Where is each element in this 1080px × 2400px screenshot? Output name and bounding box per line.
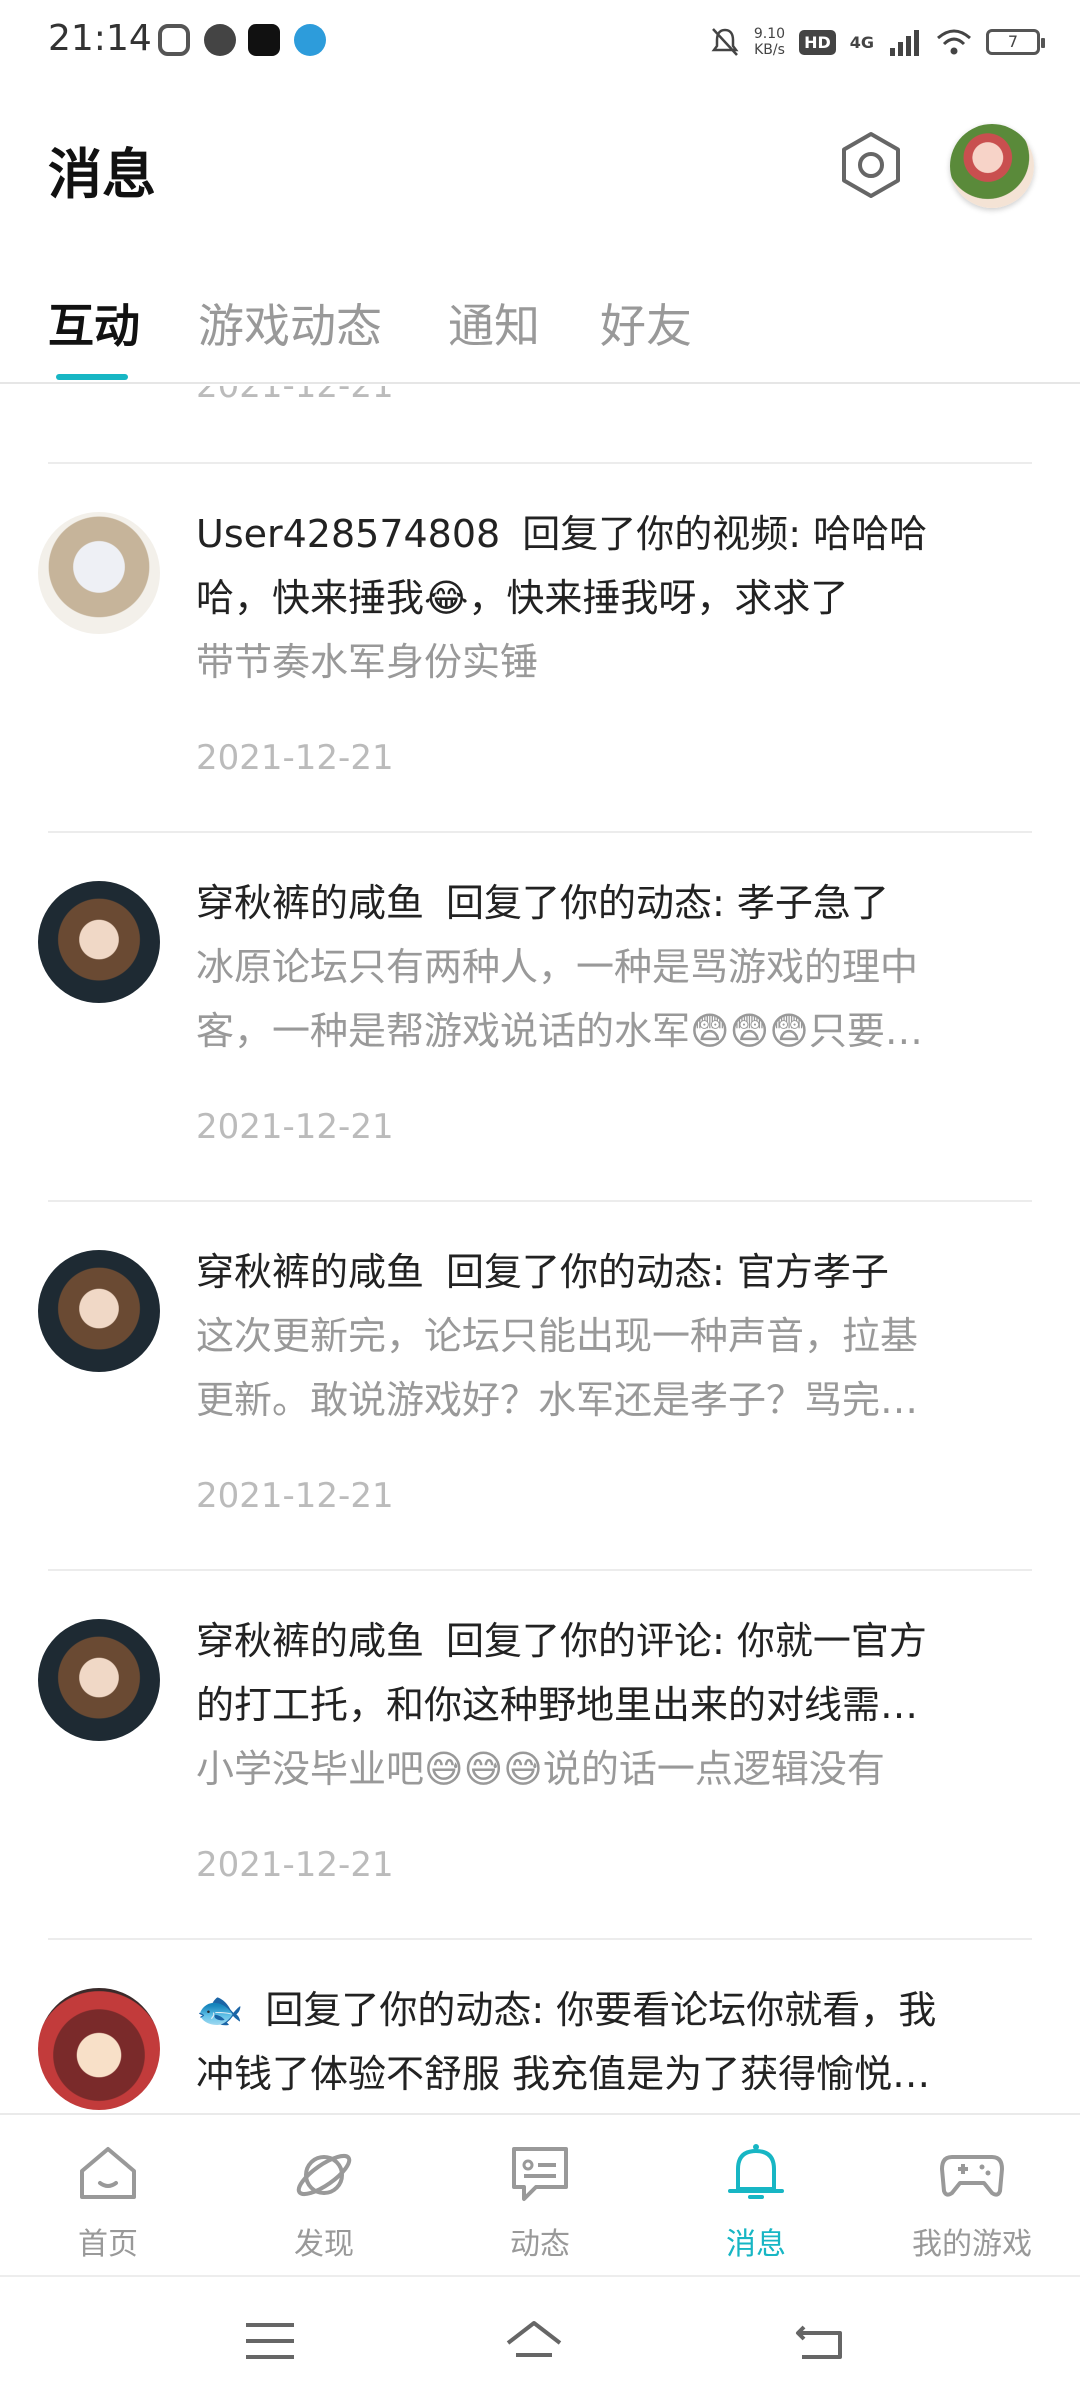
nav-feed[interactable]: 动态 (432, 2115, 648, 2275)
message-list[interactable]: 2021-12-21 User428574808 回复了你的视频: 哈哈哈 哈，快… (0, 386, 1080, 2113)
active-tab-indicator (56, 374, 128, 380)
net-speed-unit: KB/s (754, 42, 785, 58)
username[interactable]: 穿秋裤的咸鱼 (196, 1619, 424, 1663)
username[interactable]: 穿秋裤的咸鱼 (196, 881, 424, 925)
divider (48, 462, 1032, 464)
message-body: 小学没毕业吧😅😅😅说的话一点逻辑没有 (196, 1747, 885, 1791)
status-time: 21:14 (48, 18, 152, 59)
avatar[interactable] (38, 1988, 160, 2110)
nav-discover-label: 发现 (294, 2227, 354, 2262)
home-icon (80, 2147, 136, 2199)
nav-my-games-label: 我的游戏 (912, 2227, 1032, 2262)
tv-app-icon (158, 24, 190, 56)
message-date: 2021-12-21 (196, 1107, 394, 1147)
tab-notifications[interactable]: 通知 (448, 290, 540, 356)
avatar[interactable] (38, 1619, 160, 1741)
list-item[interactable]: 🐟 回复了你的动态: 你要看论坛你就看，我 冲钱了体验不舒服 我充值是为了获得愉悦… (0, 1938, 1080, 2113)
nav-messages[interactable]: 消息 (648, 2115, 864, 2275)
browser-app-icon (294, 24, 326, 56)
message-headline: 哈，快来捶我😂，快来捶我呀，求求了 (196, 576, 849, 620)
divider (48, 1200, 1032, 1202)
back-icon[interactable] (790, 2311, 850, 2371)
home-button-icon[interactable] (504, 2311, 564, 2371)
message-headline: 回复了你的动态: 你要看论坛你就看，我 (265, 1988, 937, 2032)
message-headline: 的打工托，和你这种野地里出来的对线需… (196, 1683, 919, 1727)
status-indicators: 9.10 KB/s HD 4G 7 (710, 20, 1045, 64)
tiktok-app-icon (248, 24, 280, 56)
avatar[interactable] (38, 1250, 160, 1372)
hd-badge: HD (799, 29, 836, 55)
username[interactable]: User428574808 (196, 512, 500, 556)
message-body: 更新。敢说游戏好？水军还是孝子？骂完… (196, 1378, 919, 1422)
divider (48, 1569, 1032, 1571)
message-date: 2021-12-21 (196, 1476, 394, 1516)
avatar[interactable] (38, 512, 160, 634)
message-body: 客，一种是帮游戏说话的水军😨😨😨只要… (196, 1009, 923, 1053)
menu-icon[interactable] (240, 2311, 300, 2371)
message-body: 带节奏水军身份实锤 (196, 640, 539, 684)
nav-my-games[interactable]: 我的游戏 (864, 2115, 1080, 2275)
list-item[interactable]: 穿秋裤的咸鱼 回复了你的动态: 官方孝子 这次更新完，论坛只能出现一种声音，拉基 … (0, 1200, 1080, 1569)
nav-feed-label: 动态 (510, 2227, 570, 2262)
profile-avatar[interactable] (950, 124, 1034, 208)
page-title: 消息 (48, 143, 156, 206)
chat-icon (512, 2147, 568, 2201)
message-headline: 回复了你的动态: 孝子急了 (446, 881, 889, 925)
net-speed: 9.10 KB/s (754, 26, 785, 58)
tab-friends[interactable]: 好友 (600, 290, 692, 356)
battery-indicator: 7 (986, 29, 1045, 55)
planet-icon (296, 2153, 352, 2197)
gamepad-icon (940, 2155, 1004, 2197)
mute-icon (711, 28, 739, 56)
network-type: 4G (849, 32, 874, 52)
wifi-icon (937, 29, 971, 55)
gear-icon (842, 132, 900, 198)
settings-button[interactable] (836, 130, 906, 200)
divider (48, 1938, 1032, 1940)
nav-home-label: 首页 (78, 2227, 138, 2262)
nav-home[interactable]: 首页 (0, 2115, 216, 2275)
list-item[interactable]: User428574808 回复了你的视频: 哈哈哈 哈，快来捶我😂，快来捶我呀，… (0, 462, 1080, 831)
message-date: 2021-12-21 (196, 1845, 394, 1885)
bell-icon (728, 2144, 784, 2199)
username[interactable]: 🐟 (196, 1988, 243, 2032)
bottom-nav: 首页 发现 动态 消息 我的游戏 (0, 2113, 1080, 2275)
message-headline: 回复了你的评论: 你就一官方 (446, 1619, 927, 1663)
status-bar: 21:14 9.10 KB/s HD 4G 7 (0, 0, 1080, 84)
message-date: 2021-12-21 (196, 738, 394, 778)
tab-bar: 互动 游戏动态 通知 好友 (0, 280, 1080, 384)
avatar[interactable] (38, 881, 160, 1003)
music-app-icon (204, 24, 236, 56)
net-speed-value: 9.10 (753, 26, 786, 42)
message-body: 这次更新完，论坛只能出现一种声音，拉基 (196, 1314, 919, 1358)
username[interactable]: 穿秋裤的咸鱼 (196, 1250, 424, 1294)
nav-messages-label: 消息 (726, 2227, 786, 2262)
nav-discover[interactable]: 发现 (216, 2115, 432, 2275)
divider (48, 831, 1032, 833)
message-date: 2021-12-21 (196, 386, 394, 406)
list-item[interactable]: 穿秋裤的咸鱼 回复了你的动态: 孝子急了 冰原论坛只有两种人，一种是骂游戏的理中 … (0, 831, 1080, 1200)
list-item[interactable]: 穿秋裤的咸鱼 回复了你的评论: 你就一官方 的打工托，和你这种野地里出来的对线需…… (0, 1569, 1080, 1938)
tab-game-updates[interactable]: 游戏动态 (198, 290, 382, 356)
system-nav-bar (0, 2275, 1080, 2400)
signal-icon (890, 30, 919, 56)
tab-interaction[interactable]: 互动 (48, 290, 140, 356)
message-headline: 冲钱了体验不舒服 我充值是为了获得愉悦… (196, 2052, 931, 2096)
message-body: 冰原论坛只有两种人，一种是骂游戏的理中 (196, 945, 919, 989)
message-headline: 回复了你的动态: 官方孝子 (446, 1250, 889, 1294)
message-headline: 回复了你的视频: 哈哈哈 (522, 512, 928, 556)
